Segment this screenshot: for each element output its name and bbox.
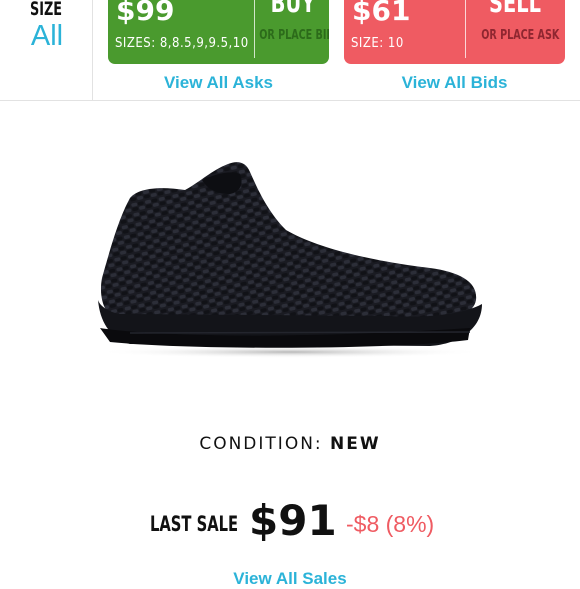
ask-sizes: SIZES: 8,8.5,9,9.5,10 <box>115 36 249 51</box>
bid-size: SIZE: 10 <box>351 36 404 51</box>
buy-divider <box>254 0 255 58</box>
place-bid-label[interactable]: OR PLACE BID <box>259 28 329 43</box>
last-sale-price: $91 <box>249 496 337 545</box>
sell-divider <box>465 0 466 58</box>
sneaker-icon <box>95 162 485 358</box>
size-selector[interactable]: SIZE All <box>0 0 93 100</box>
view-all-bids-link[interactable]: View All Bids <box>344 73 565 93</box>
condition-label: CONDITION: <box>199 434 323 454</box>
place-ask-label[interactable]: OR PLACE ASK <box>481 28 559 43</box>
sell-label: SELL <box>488 0 542 19</box>
condition-line: CONDITION: NEW <box>0 434 580 454</box>
sell-button[interactable]: $61 SIZE: 10 SELL OR PLACE ASK <box>344 0 565 64</box>
last-sale: LAST SALE $91 -$8 (8%) <box>0 494 580 554</box>
view-all-asks-link[interactable]: View All Asks <box>108 73 329 93</box>
last-sale-label: LAST SALE <box>150 512 239 536</box>
size-label: SIZE <box>29 0 63 20</box>
size-value[interactable]: All <box>0 20 94 53</box>
highest-bid-price: $61 <box>352 0 411 27</box>
sneaker-image <box>90 150 490 360</box>
last-sale-change: -$8 (8%) <box>346 511 435 537</box>
condition-value: NEW <box>330 434 381 454</box>
market-header: SIZE All $99 SIZES: 8,8.5,9,9.5,10 BUY O… <box>0 0 580 101</box>
view-all-sales-link[interactable]: View All Sales <box>0 569 580 589</box>
lowest-ask-price: $99 <box>116 0 175 27</box>
buy-button[interactable]: $99 SIZES: 8,8.5,9,9.5,10 BUY OR PLACE B… <box>108 0 329 64</box>
buy-label: BUY <box>270 0 316 19</box>
